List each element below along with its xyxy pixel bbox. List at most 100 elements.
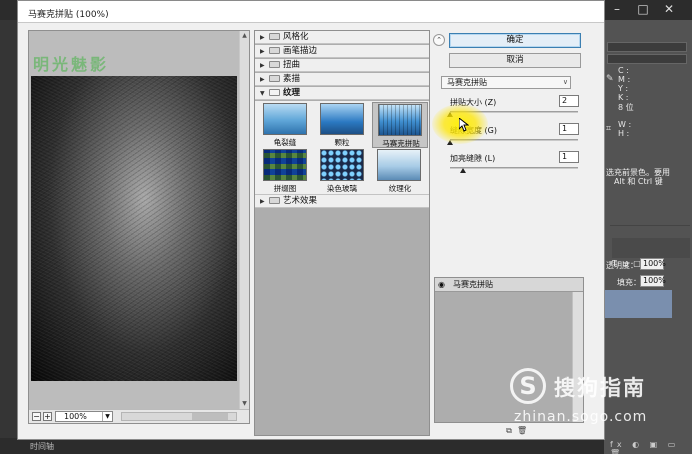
info-label: H : <box>618 129 630 138</box>
thumb-stained-glass[interactable]: 染色玻璃 <box>314 149 370 193</box>
hint-text: Alt 和 Ctrl 键 <box>614 177 663 186</box>
sogou-logo-icon: S <box>510 368 546 404</box>
category-label: 扭曲 <box>283 60 301 70</box>
thumb-label: 龟裂缝 <box>273 138 297 147</box>
lighten-grout-slider[interactable] <box>450 167 578 169</box>
scroll-up-icon[interactable]: ▲ <box>240 31 249 41</box>
ok-button[interactable]: 确定 <box>449 33 581 48</box>
crop-icon: ⌗ <box>606 124 612 134</box>
thumb-mosaic-tiles[interactable]: 马赛克拼贴 <box>372 102 428 148</box>
preview-scrollbar[interactable]: ▲ ▼ <box>239 31 249 409</box>
tools-panel <box>0 20 17 440</box>
zoom-out-icon[interactable]: − <box>32 412 41 421</box>
chevron-down-icon: ∨ <box>562 78 568 86</box>
effect-layer-row[interactable]: ◉ 马赛克拼贴 <box>435 278 583 292</box>
horizontal-scrollbar[interactable] <box>121 412 237 421</box>
info-label: M : <box>618 75 631 84</box>
close-icon[interactable]: ✕ <box>658 0 680 18</box>
thumb-label: 纹理化 <box>388 184 412 193</box>
sogou-watermark: S 搜狗指南 zhinan.sogo.com <box>510 368 675 428</box>
category-label: 风格化 <box>283 32 309 42</box>
effect-layer-label: 马赛克拼贴 <box>453 280 493 289</box>
thumbnail-image <box>263 103 307 135</box>
selected-layer-row[interactable] <box>605 290 672 318</box>
filter-category-artistic[interactable]: ▶ 艺术效果 <box>255 195 429 208</box>
thumbnail-image <box>263 149 307 181</box>
eye-icon[interactable]: ◉ <box>438 280 448 289</box>
eyedropper-icon: ✎ <box>606 74 614 84</box>
minimize-icon[interactable]: – <box>606 0 628 18</box>
sogou-url: zhinan.sogo.com <box>514 409 648 425</box>
zoom-value: 100% <box>64 412 87 421</box>
triangle-right-icon: ▶ <box>260 198 265 205</box>
zoom-select[interactable]: 100% ▼ <box>55 411 113 422</box>
collapse-gallery-icon[interactable]: ⌃ <box>433 34 445 46</box>
timeline-tab[interactable]: 时间轴 <box>30 441 54 452</box>
folder-icon <box>269 33 280 40</box>
folder-icon <box>269 47 280 54</box>
fill-input[interactable]: 100% <box>640 275 666 287</box>
info-label: C : <box>618 66 629 75</box>
opacity-label: 透明度： <box>606 261 638 270</box>
thumb-label: 染色玻璃 <box>327 184 357 193</box>
photoshop-window: – □ ✕ ✎ ⌗ T ⊔ ▢ ▮ C : M : Y : K : 8 位 W … <box>0 0 692 454</box>
filter-select[interactable]: 马赛克拼贴 ∨ <box>441 76 571 89</box>
category-label: 纹理 <box>283 88 301 98</box>
panel-divider <box>610 225 690 226</box>
thumbnail-image <box>320 149 364 181</box>
thumb-texturizer[interactable]: 纹理化 <box>372 149 428 193</box>
thumb-label: 马赛克拼贴 <box>382 139 420 148</box>
info-label: W : <box>618 120 632 129</box>
filter-category-brush-strokes[interactable]: ▶ 画笔描边 <box>255 45 429 58</box>
triangle-down-icon: ▼ <box>260 90 265 97</box>
triangle-right-icon: ▶ <box>260 48 265 55</box>
info-label: 8 位 <box>618 103 634 112</box>
texture-thumbnails: 龟裂缝 颗粒 马赛克拼贴 拼缀图 染色玻璃 纹理化 <box>255 101 429 195</box>
opacity-input[interactable]: 100% <box>640 258 666 270</box>
folder-open-icon <box>269 89 280 96</box>
category-label: 艺术效果 <box>283 196 318 206</box>
layer-actions-icons[interactable]: fx ◐ ▣ ▭ 🗑 <box>604 440 692 454</box>
thumbnail-image <box>378 104 422 136</box>
filter-select-value: 马赛克拼贴 <box>447 78 487 87</box>
thumb-patchwork[interactable]: 拼缀图 <box>257 149 313 193</box>
fill-label: 填充： <box>617 278 641 287</box>
preview-image[interactable] <box>31 76 237 381</box>
dialog-title: 马赛克拼贴 (100%) <box>18 1 604 23</box>
photoshop-statusbar: 时间轴 <box>0 438 604 454</box>
folder-icon <box>269 197 280 204</box>
preview-zoom-bar: − + 100% ▼ <box>29 409 249 423</box>
grout-width-input[interactable]: 1 <box>559 123 579 135</box>
sogou-name: 搜狗指南 <box>554 376 646 400</box>
triangle-right-icon: ▶ <box>260 76 265 83</box>
filter-category-stylize[interactable]: ▶ 风格化 <box>255 31 429 44</box>
category-label: 画笔描边 <box>283 46 318 56</box>
preview-watermark: 明光魅影 <box>33 55 110 74</box>
scroll-down-icon[interactable]: ▼ <box>240 399 249 409</box>
filter-category-texture[interactable]: ▼ 纹理 <box>255 87 429 100</box>
thumbnail-image <box>377 149 421 181</box>
scroll-thumb[interactable] <box>192 413 228 420</box>
cancel-button[interactable]: 取消 <box>449 53 581 68</box>
filter-category-distort[interactable]: ▶ 扭曲 <box>255 59 429 72</box>
folder-icon <box>269 61 280 68</box>
lighten-grout-label: 加亮缝隙 (L) <box>450 154 496 163</box>
panel-header-bar <box>607 42 687 52</box>
zoom-in-icon[interactable]: + <box>43 412 52 421</box>
mouse-cursor-icon <box>459 118 469 132</box>
thumb-craquelure[interactable]: 龟裂缝 <box>257 103 313 147</box>
thumb-grain[interactable]: 颗粒 <box>314 103 370 147</box>
layers-panel-header <box>612 238 690 258</box>
tile-size-input[interactable]: 2 <box>559 95 579 107</box>
info-label: K : <box>618 93 629 102</box>
panel-header-bar <box>607 54 687 64</box>
filter-category-sketch[interactable]: ▶ 素描 <box>255 73 429 86</box>
filter-list-panel: ▶ 风格化 ▶ 画笔描边 ▶ 扭曲 ▶ 素描 ▼ 纹理 龟裂缝 颗粒 马赛克拼贴 <box>254 30 430 436</box>
thumb-label: 拼缀图 <box>273 184 297 193</box>
lighten-grout-input[interactable]: 1 <box>559 151 579 163</box>
lighten-grout-slider-knob[interactable] <box>459 168 466 173</box>
triangle-right-icon: ▶ <box>260 62 265 69</box>
triangle-right-icon: ▶ <box>260 34 265 41</box>
chevron-down-icon: ▼ <box>102 412 112 421</box>
maximize-icon[interactable]: □ <box>632 0 654 18</box>
